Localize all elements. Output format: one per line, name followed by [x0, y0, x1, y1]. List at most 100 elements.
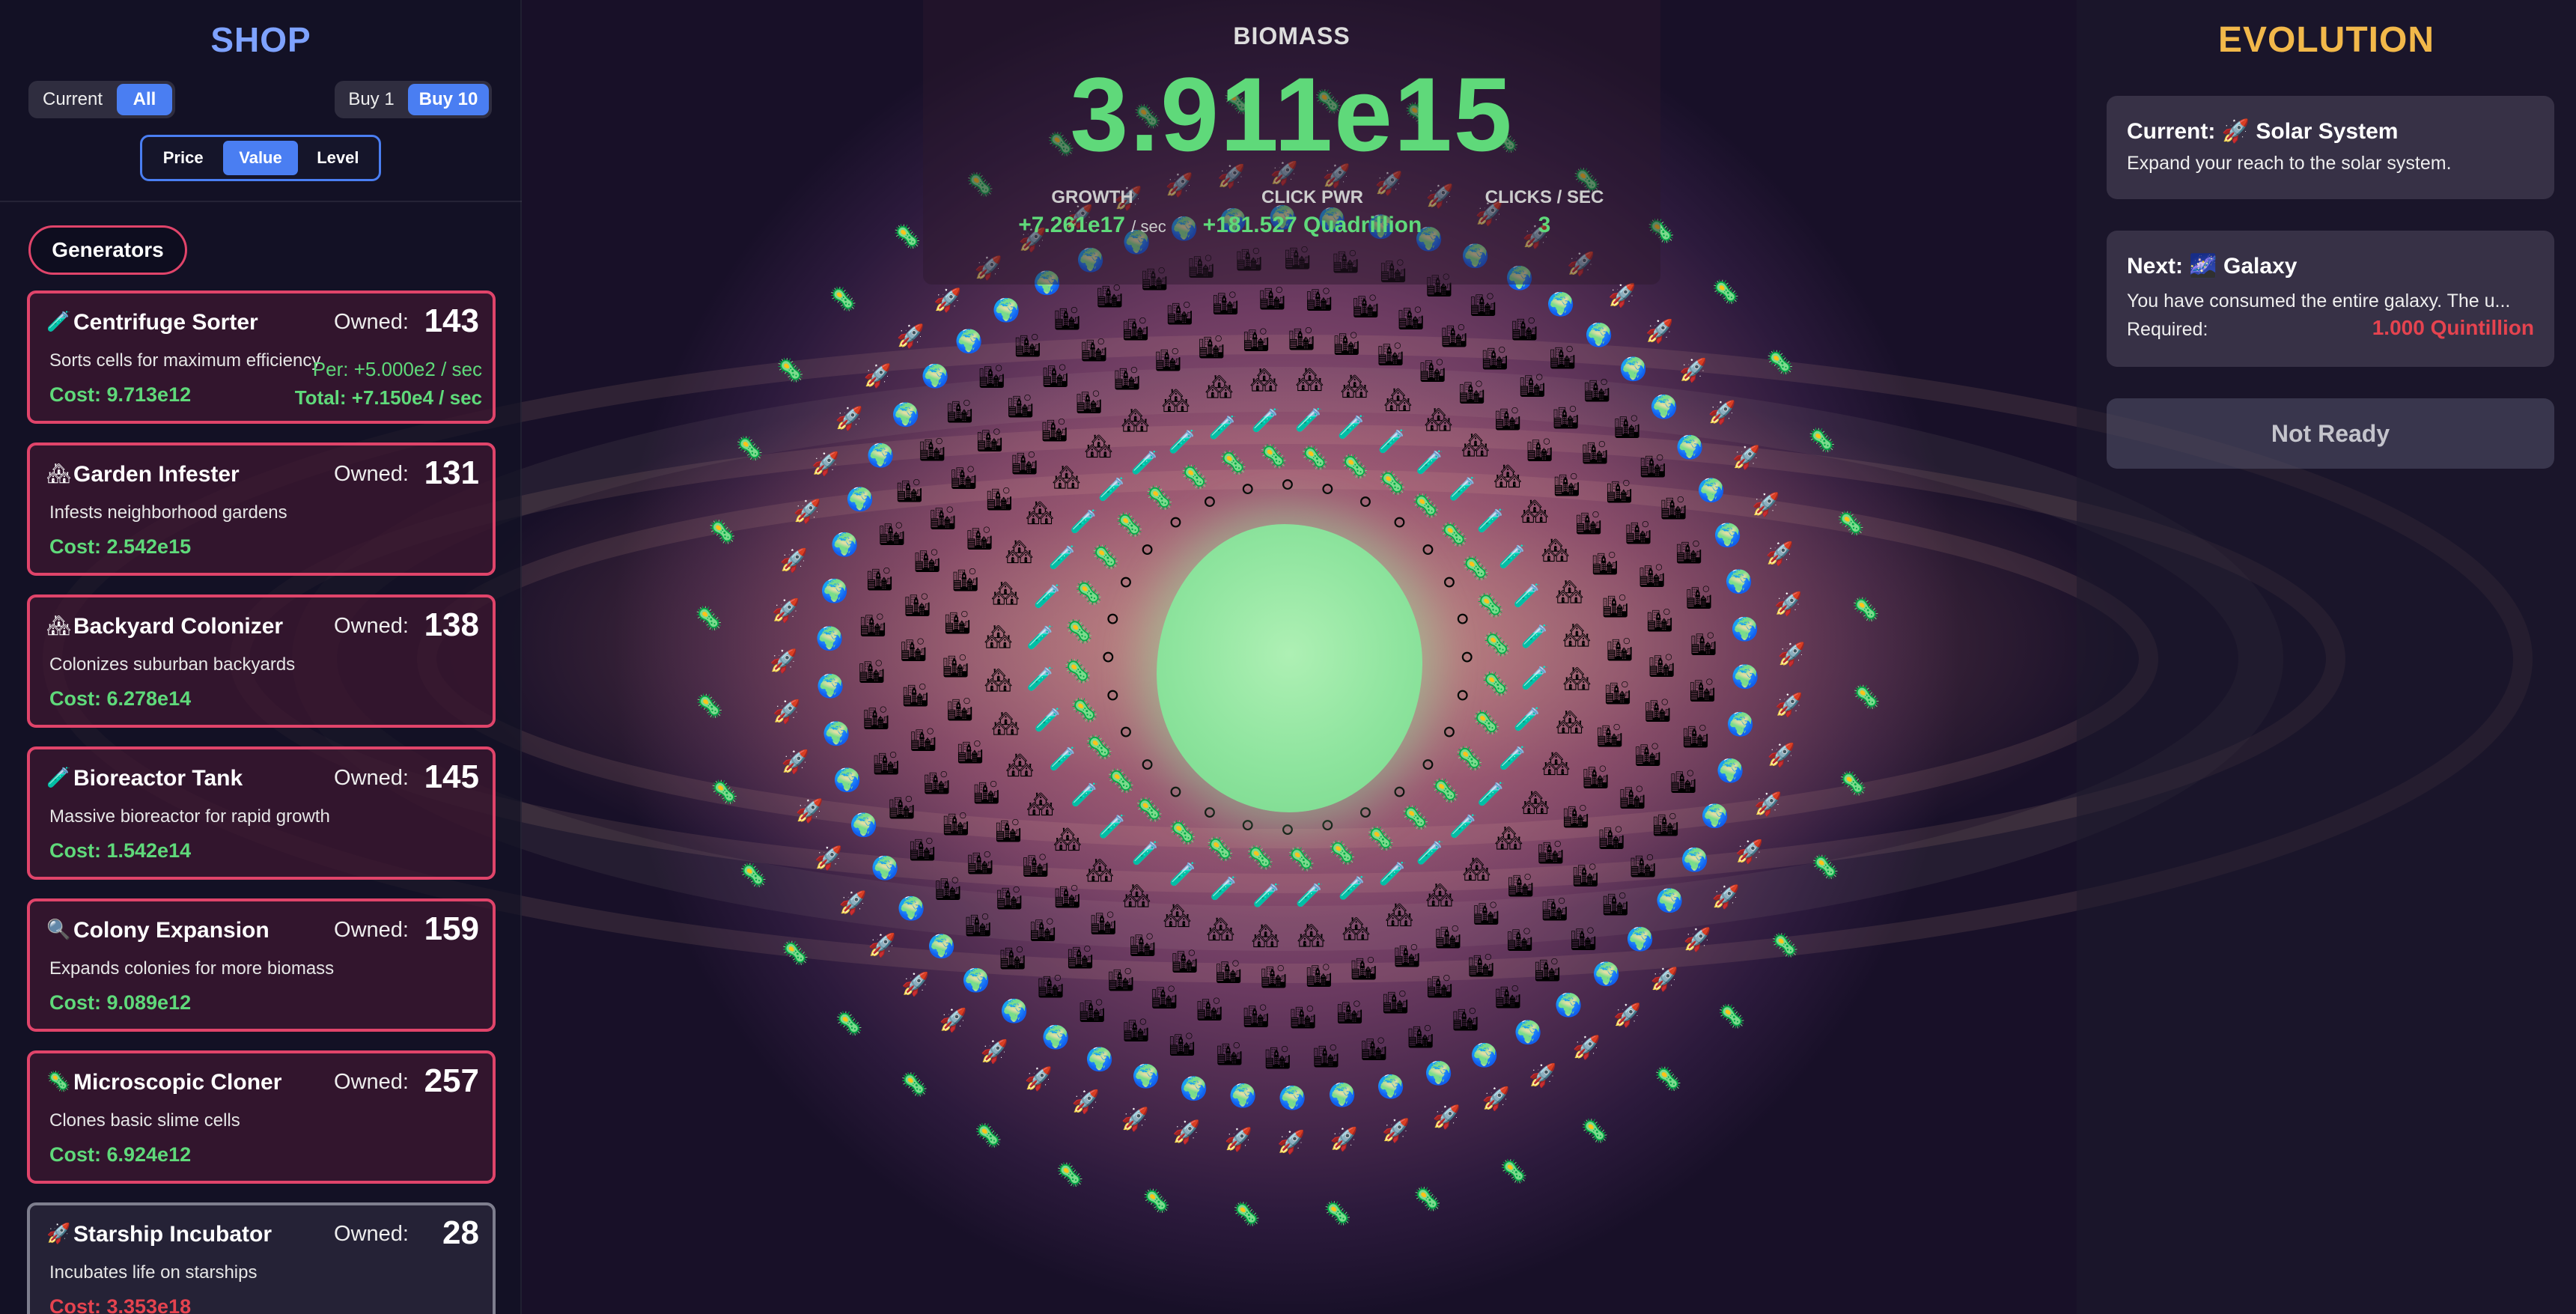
ring-glyph: 🏘 [1053, 827, 1082, 853]
generators-tab[interactable]: Generators [28, 225, 187, 275]
ring-glyph: 🏙 [1598, 825, 1626, 851]
ring-glyph: 🏙 [964, 913, 993, 939]
ring-glyph: 🌍 [1547, 291, 1574, 318]
ring-glyph: 🧪 [1071, 782, 1098, 809]
ring-glyph: ⚪ [1099, 645, 1118, 672]
ring-glyph: 🏘 [1342, 916, 1370, 942]
ring-glyph: 🚀 [1277, 1128, 1305, 1155]
filter-current-button[interactable]: Current [31, 84, 114, 115]
generator-card-garden-infester[interactable]: 🏘 Garden Infester Owned: 131 Infests nei… [27, 442, 496, 576]
ring-glyph: 🏙 [1305, 963, 1333, 989]
ring-glyph: 🏘 [1556, 580, 1584, 606]
ring-glyph: 🏙 [1351, 293, 1380, 320]
ring-glyph: 🏙 [1006, 393, 1035, 419]
ring-glyph: 🏙 [1639, 454, 1667, 480]
generator-card-bioreactor-tank[interactable]: 🧪 Bioreactor Tank Owned: 145 Massive bio… [27, 746, 496, 880]
ring-glyph: 🧪 [1521, 666, 1549, 692]
ring-glyph: 🏙 [1170, 949, 1199, 975]
stats-panel: BIOMASS 3.911e15 GROWTH +7.261e17 / sec … [923, 0, 1660, 285]
generator-card-colony-expansion[interactable]: 🔍 Colony Expansion Owned: 159 Expands co… [27, 898, 496, 1032]
ring-glyph: 🏙 [1569, 926, 1598, 952]
ring-glyph: 🏙 [887, 794, 916, 821]
generator-card-starship-incubator[interactable]: 🚀 Starship Incubator Owned: 28 Incubates… [27, 1202, 496, 1314]
ring-glyph: ⚪ [1103, 684, 1122, 710]
ring-glyph: 🌍 [1514, 1019, 1542, 1046]
owned-count: 28 [442, 1214, 479, 1251]
generator-cost: Cost: 3.353e18 [49, 1295, 192, 1314]
ring-glyph: ⚪ [1278, 818, 1297, 844]
ring-glyph: 🏙 [951, 567, 980, 593]
shop-title: SHOP [210, 20, 311, 59]
generator-card-microscopic-cloner[interactable]: 🦠 Microscopic Cloner Owned: 257 Clones b… [27, 1050, 496, 1184]
ring-glyph: 🧪 [1252, 407, 1279, 434]
click-power-label: CLICK PWR [1261, 187, 1363, 207]
ring-glyph: 🏙 [978, 364, 1006, 390]
generator-card-backyard-colonizer[interactable]: 🏘 Backyard Colonizer Owned: 138 Colonize… [27, 594, 496, 728]
buy-10-button[interactable]: Buy 10 [408, 84, 489, 115]
ring-glyph: 🏘 [1005, 539, 1033, 565]
ring-glyph: 🏙 [1581, 440, 1610, 466]
ring-glyph: 🦠 [829, 285, 857, 312]
shop-panel: SHOP Current All Buy 1 Buy 10 Price Valu… [0, 0, 522, 1314]
ring-glyph: 🏙 [1381, 989, 1410, 1015]
ring-glyph: 🚀 [1121, 1106, 1149, 1133]
ring-glyph: 🏙 [862, 705, 890, 731]
generator-description: Sorts cells for maximum efficiency [49, 350, 321, 371]
ring-glyph: 🏙 [922, 770, 951, 797]
ring-glyph: 🚀 [1613, 1002, 1641, 1029]
ring-glyph: 🏙 [1150, 985, 1178, 1011]
ring-glyph: 🏙 [1440, 323, 1469, 350]
ring-glyph: 🧪 [1210, 875, 1237, 901]
ring-glyph: 🧪 [1416, 840, 1444, 866]
sort-value-button[interactable]: Value [223, 141, 298, 175]
ring-glyph: 🏙 [865, 566, 894, 592]
ring-glyph: 🦠 [1064, 657, 1091, 684]
ring-glyph: 🚀 [1433, 1104, 1461, 1131]
ring-glyph: 🚀 [901, 971, 929, 998]
ring-glyph: 🧪 [1449, 813, 1477, 839]
filter-all-button[interactable]: All [117, 84, 172, 115]
ring-glyph: 🚀 [1645, 317, 1673, 344]
growth-value: +7.261e17 [1018, 213, 1125, 237]
generator-card-centrifuge-sorter[interactable]: 🧪 Centrifuge Sorter Owned: 143 Sorts cel… [27, 291, 496, 424]
evolve-button[interactable]: Not Ready [2107, 398, 2554, 469]
ring-glyph: 🌍 [1042, 1024, 1070, 1051]
ring-glyph: 🏙 [1605, 636, 1633, 663]
ring-glyph: 🏙 [1113, 365, 1142, 392]
ring-glyph: 🦠 [1071, 697, 1098, 724]
generator-cost: Cost: 1.542e14 [49, 839, 192, 862]
slime-blob[interactable] [1157, 524, 1422, 812]
generator-cost: Cost: 6.278e14 [49, 687, 192, 710]
ring-glyph: 🚀 [1072, 1088, 1100, 1115]
generator-description: Infests neighborhood gardens [49, 502, 287, 523]
ring-glyph: 🏙 [1029, 917, 1057, 943]
ring-glyph: 🌍 [1676, 434, 1704, 461]
ring-glyph: 🦠 [695, 605, 722, 632]
ring-glyph: 🏘 [1562, 622, 1591, 648]
ring-glyph: 🧪 [1169, 429, 1196, 455]
ring-glyph: 🏙 [1552, 404, 1580, 431]
ring-glyph: 🦠 [1476, 592, 1504, 619]
sort-price-button[interactable]: Price [146, 141, 220, 175]
buy-1-button[interactable]: Buy 1 [338, 84, 405, 115]
ring-glyph: 🏙 [1493, 406, 1522, 432]
owned-count: 131 [424, 454, 479, 491]
ring-glyph: 🦠 [710, 779, 738, 806]
ring-glyph: 🧪 [1477, 782, 1505, 808]
ring-glyph: 🏙 [1571, 863, 1600, 889]
generator-cost: Cost: 9.713e12 [49, 383, 192, 406]
ring-glyph: 🏙 [1080, 338, 1108, 364]
ring-glyph: 🦠 [1136, 796, 1163, 823]
ring-glyph: 🧪 [1209, 415, 1237, 441]
ring-glyph: 🏘 [1205, 374, 1233, 401]
ring-glyph: 🚀 [1573, 1034, 1601, 1061]
ring-glyph: 🏙 [872, 751, 901, 777]
ring-glyph: ⚪ [1166, 780, 1185, 806]
ring-glyph: 🏙 [995, 886, 1023, 912]
biomass-value: 3.911e15 [1070, 55, 1514, 173]
growth-stat: GROWTH +7.261e17 / sec [987, 187, 1197, 238]
ring-glyph: 🌍 [1725, 568, 1753, 595]
ring-glyph: 🌍 [1229, 1083, 1257, 1110]
sort-level-button[interactable]: Level [301, 141, 375, 175]
ring-glyph: 🚀 [1767, 741, 1795, 768]
